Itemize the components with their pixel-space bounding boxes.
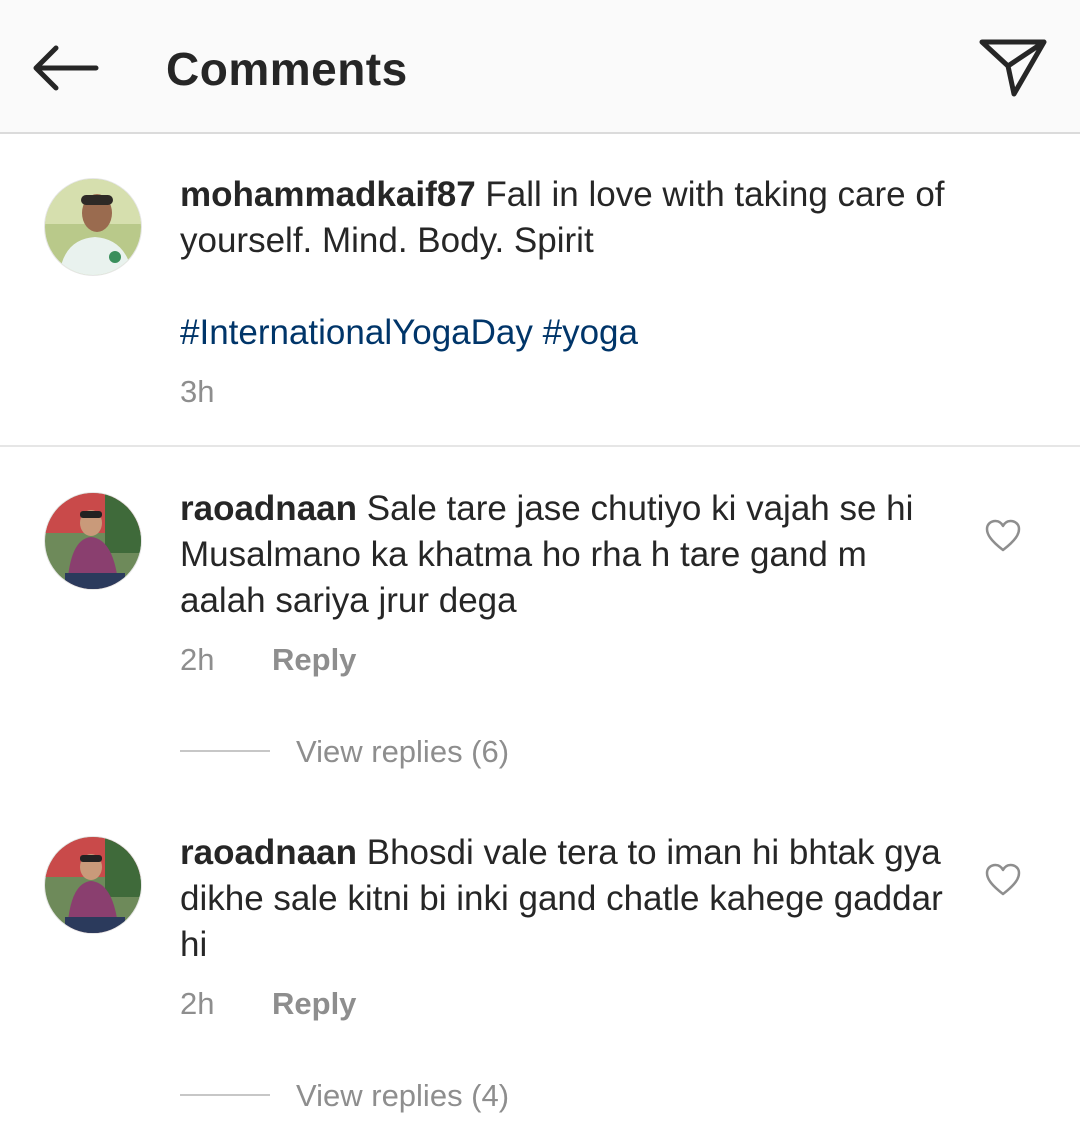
avatar[interactable]	[44, 492, 142, 590]
reply-button[interactable]: Reply	[272, 642, 356, 678]
comment-time: 2h	[180, 986, 215, 1021]
view-replies-line	[180, 1094, 270, 1096]
post-caption: mohammadkaif87 Fall in love with taking …	[180, 172, 1020, 264]
hashtag-link[interactable]: #InternationalYogaDay	[180, 313, 533, 352]
like-button[interactable]	[984, 862, 1022, 898]
avatar[interactable]	[44, 178, 142, 276]
back-button[interactable]	[28, 40, 102, 96]
post-username[interactable]: mohammadkaif87	[180, 175, 476, 214]
comment-time: 2h	[180, 642, 215, 677]
share-button[interactable]	[976, 34, 1050, 100]
view-replies-link[interactable]: View replies (4)	[296, 1078, 509, 1114]
comment-username[interactable]: raoadnaan	[180, 489, 357, 528]
paper-plane-icon	[979, 39, 1047, 97]
post-time: 3h	[180, 374, 215, 409]
arrow-left-icon	[33, 45, 99, 91]
comment-text: raoadnaan Sale tare jase chutiyo ki vaja…	[180, 486, 960, 624]
top-bar: Comments	[0, 0, 1080, 134]
view-replies-link[interactable]: View replies (6)	[296, 734, 509, 770]
page-title: Comments	[166, 43, 408, 95]
view-replies-line	[180, 750, 270, 752]
hashtag-link[interactable]: #yoga	[543, 313, 638, 352]
reply-button[interactable]: Reply	[272, 986, 356, 1022]
divider	[0, 445, 1080, 447]
heart-icon	[985, 863, 1021, 896]
comment-text: raoadnaan Bhosdi vale tera to iman hi bh…	[180, 830, 960, 968]
comment-username[interactable]: raoadnaan	[180, 833, 357, 872]
heart-icon	[985, 519, 1021, 552]
post-hashtags: #InternationalYogaDay #yoga	[180, 310, 638, 356]
avatar[interactable]	[44, 836, 142, 934]
like-button[interactable]	[984, 518, 1022, 554]
